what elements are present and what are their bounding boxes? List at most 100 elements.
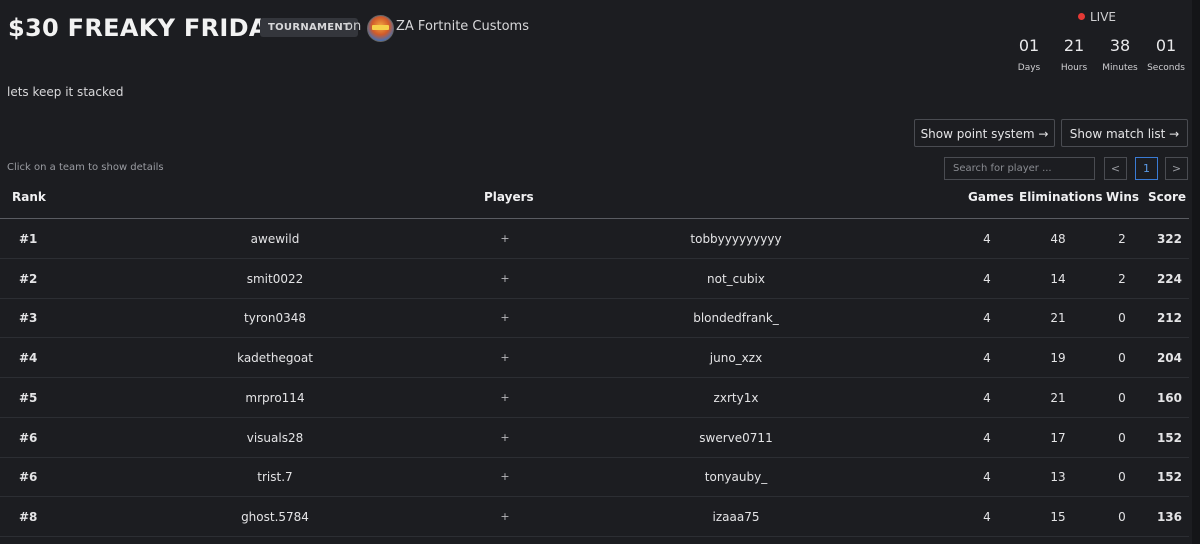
rank: #3 xyxy=(19,311,38,326)
countdown-days-value: 01 xyxy=(1018,36,1040,55)
games-value: 4 xyxy=(983,470,991,485)
header-eliminations[interactable]: Eliminations xyxy=(1019,190,1102,204)
expand-plus-icon[interactable]: + xyxy=(495,431,515,444)
rank: #2 xyxy=(19,271,38,286)
games-value: 4 xyxy=(983,311,991,326)
table-row[interactable]: #6 trist.7 + tonyauby_ 4 13 0 152 xyxy=(0,457,1189,498)
header-games[interactable]: Games xyxy=(968,190,1014,204)
table-header: Rank Players Games Eliminations Wins Sco… xyxy=(0,186,1189,219)
wins-value: 0 xyxy=(1118,311,1126,326)
wins-value: 0 xyxy=(1118,470,1126,485)
wins-value: 0 xyxy=(1118,430,1126,445)
table-row[interactable]: #3 tyron0348 + blondedfrank_ 4 21 0 212 xyxy=(0,298,1189,339)
player-2-name: juno_xzx xyxy=(709,351,763,366)
player-2-name: izaaa75 xyxy=(712,509,760,524)
header-wins[interactable]: Wins xyxy=(1106,190,1139,204)
eliminations-value: 14 xyxy=(1050,271,1066,286)
rank: #6 xyxy=(19,470,38,485)
header-rank[interactable]: Rank xyxy=(12,190,46,204)
tournament-badge: TOURNAMENT xyxy=(260,18,359,37)
table-hint: Click on a team to show details xyxy=(7,162,164,173)
score-value: 224 xyxy=(1156,271,1182,286)
wins-value: 2 xyxy=(1118,271,1126,286)
games-value: 4 xyxy=(983,430,991,445)
rank: #6 xyxy=(19,430,38,445)
countdown-seconds: 01 Seconds xyxy=(1146,36,1186,73)
wins-value: 0 xyxy=(1118,509,1126,524)
expand-plus-icon[interactable]: + xyxy=(495,311,515,324)
player-2-name: not_cubix xyxy=(707,271,765,286)
live-indicator: LIVE xyxy=(1078,10,1116,24)
expand-plus-icon[interactable]: + xyxy=(495,470,515,483)
countdown-days: 01 Days xyxy=(1012,36,1046,73)
live-label: LIVE xyxy=(1090,10,1117,24)
live-dot-icon xyxy=(1078,13,1085,20)
countdown-seconds-label: Seconds xyxy=(1147,63,1185,73)
eliminations-value: 19 xyxy=(1050,351,1066,366)
show-point-system-button[interactable]: Show point system → xyxy=(914,119,1055,147)
expand-plus-icon[interactable]: + xyxy=(495,272,515,285)
score-value: 136 xyxy=(1156,509,1182,524)
wins-value: 2 xyxy=(1118,232,1126,246)
wins-value: 0 xyxy=(1118,390,1126,405)
rank: #4 xyxy=(19,351,38,366)
score-value: 152 xyxy=(1156,430,1182,445)
rank: #8 xyxy=(19,509,38,524)
rank: #5 xyxy=(19,390,38,405)
countdown-minutes-value: 38 xyxy=(1109,36,1131,55)
countdown-hours: 21 Hours xyxy=(1057,36,1091,73)
games-value: 4 xyxy=(983,232,991,246)
score-value: 204 xyxy=(1156,351,1182,366)
player-1-name: smit0022 xyxy=(246,271,304,286)
table-row[interactable]: #1 awewild + tobbyyyyyyyyy 4 48 2 322 xyxy=(0,219,1189,259)
current-page-button[interactable]: 1 xyxy=(1135,157,1158,180)
player-search-input[interactable] xyxy=(944,157,1095,180)
next-page-button[interactable]: > xyxy=(1165,157,1188,180)
countdown-minutes-label: Minutes xyxy=(1102,63,1138,73)
expand-plus-icon[interactable]: + xyxy=(495,510,515,523)
expand-plus-icon[interactable]: + xyxy=(495,232,515,245)
eliminations-value: 21 xyxy=(1050,390,1066,405)
player-1-name: awewild xyxy=(250,232,300,246)
header-score[interactable]: Score xyxy=(1148,190,1186,204)
show-match-list-button[interactable]: Show match list → xyxy=(1061,119,1188,147)
player-2-name: blondedfrank_ xyxy=(693,311,779,326)
expand-plus-icon[interactable]: + xyxy=(495,391,515,404)
expand-plus-icon[interactable]: + xyxy=(495,351,515,364)
organizer-name[interactable]: ZA Fortnite Customs xyxy=(396,19,529,34)
player-2-name: tonyauby_ xyxy=(704,470,768,485)
player-2-name: tobbyyyyyyyyy xyxy=(690,232,782,246)
player-1-name: trist.7 xyxy=(257,470,293,485)
prev-page-button[interactable]: < xyxy=(1104,157,1127,180)
player-1-name: kadethegoat xyxy=(237,351,313,366)
table-row[interactable]: #4 kadethegoat + juno_xzx 4 19 0 204 xyxy=(0,338,1189,379)
table-row[interactable]: #6 visuals28 + swerve0711 4 17 0 152 xyxy=(0,418,1189,458)
table-row[interactable]: #8 ghost.5784 + izaaa75 4 15 0 136 xyxy=(0,497,1189,537)
wins-value: 0 xyxy=(1118,351,1126,366)
eliminations-value: 17 xyxy=(1050,430,1066,445)
player-2-name: swerve0711 xyxy=(699,430,773,445)
eliminations-value: 15 xyxy=(1050,509,1066,524)
eliminations-value: 21 xyxy=(1050,311,1066,326)
countdown-seconds-value: 01 xyxy=(1155,36,1177,55)
score-value: 322 xyxy=(1156,232,1182,246)
player-1-name: visuals28 xyxy=(246,430,304,445)
player-1-name: ghost.5784 xyxy=(241,509,309,524)
countdown-minutes: 38 Minutes xyxy=(1100,36,1140,73)
rank: #1 xyxy=(19,232,38,246)
organizer-logo[interactable] xyxy=(367,15,394,42)
player-1-name: mrpro114 xyxy=(245,390,305,405)
table-row[interactable]: #2 smit0022 + not_cubix 4 14 2 224 xyxy=(0,259,1189,299)
score-value: 212 xyxy=(1156,311,1182,326)
countdown-hours-value: 21 xyxy=(1063,36,1085,55)
on-label: on xyxy=(345,19,362,34)
score-value: 152 xyxy=(1156,470,1182,485)
eliminations-value: 13 xyxy=(1050,470,1066,485)
header-players: Players xyxy=(484,190,534,204)
table-row[interactable]: #5 mrpro114 + zxrty1x 4 21 0 160 xyxy=(0,378,1189,418)
scrollbar[interactable] xyxy=(1192,0,1200,544)
player-1-name: tyron0348 xyxy=(244,311,306,326)
games-value: 4 xyxy=(983,509,991,524)
eliminations-value: 48 xyxy=(1050,232,1066,246)
games-value: 4 xyxy=(983,390,991,405)
